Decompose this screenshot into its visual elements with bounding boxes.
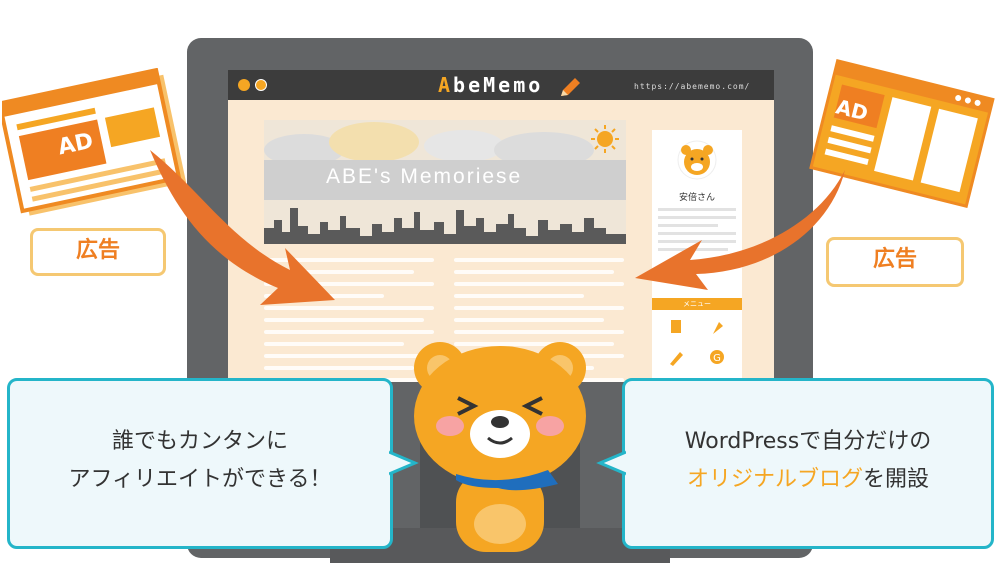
bubble-right-line1: WordPressで自分だけの	[684, 429, 932, 454]
address-bar-url[interactable]: https://abememo.com/	[634, 82, 750, 91]
bubble-left-tail-icon	[389, 450, 419, 476]
browser-toolbar: AbeMemo https://abememo.com/	[228, 70, 774, 100]
arrow-right-icon	[635, 170, 845, 290]
bubble-right-highlight: オリジナルブログ	[686, 467, 863, 492]
svg-text:G: G	[713, 353, 721, 364]
sun-icon	[591, 125, 619, 153]
arrow-left-icon	[150, 150, 335, 305]
bubble-left-line1: 誰でもカンタンに	[111, 429, 288, 454]
logo-initial: A	[438, 73, 454, 97]
sidebar-menu-grid: G	[658, 316, 736, 382]
logo-text: beMemo	[453, 73, 544, 97]
bubble-right-text: WordPressで自分だけの オリジナルブログを開設	[625, 423, 991, 499]
bear-avatar-icon[interactable]	[255, 79, 267, 91]
bear-mascot-icon	[414, 342, 586, 552]
bubble-left-line2: アフィリエイトができる！	[68, 467, 332, 492]
speech-bubble-right: WordPressで自分だけの オリジナルブログを開設	[622, 378, 994, 549]
bubble-right-suffix: を開設	[863, 467, 930, 492]
speech-bubble-left: 誰でもカンタンに アフィリエイトができる！	[7, 378, 393, 549]
rocket-icon[interactable]	[699, 316, 735, 342]
google-icon[interactable]: G	[699, 346, 735, 372]
bubble-left-text: 誰でもカンタンに アフィリエイトができる！	[10, 423, 390, 499]
document-icon[interactable]	[658, 316, 694, 342]
pencil-icon	[561, 77, 581, 96]
pencil-icon[interactable]	[658, 346, 694, 372]
browser-dot-icon[interactable]	[238, 79, 250, 91]
bubble-right-line2: オリジナルブログを開設	[625, 461, 991, 499]
bubble-right-tail-icon	[596, 450, 626, 476]
site-logo[interactable]: AbeMemo	[438, 73, 582, 98]
